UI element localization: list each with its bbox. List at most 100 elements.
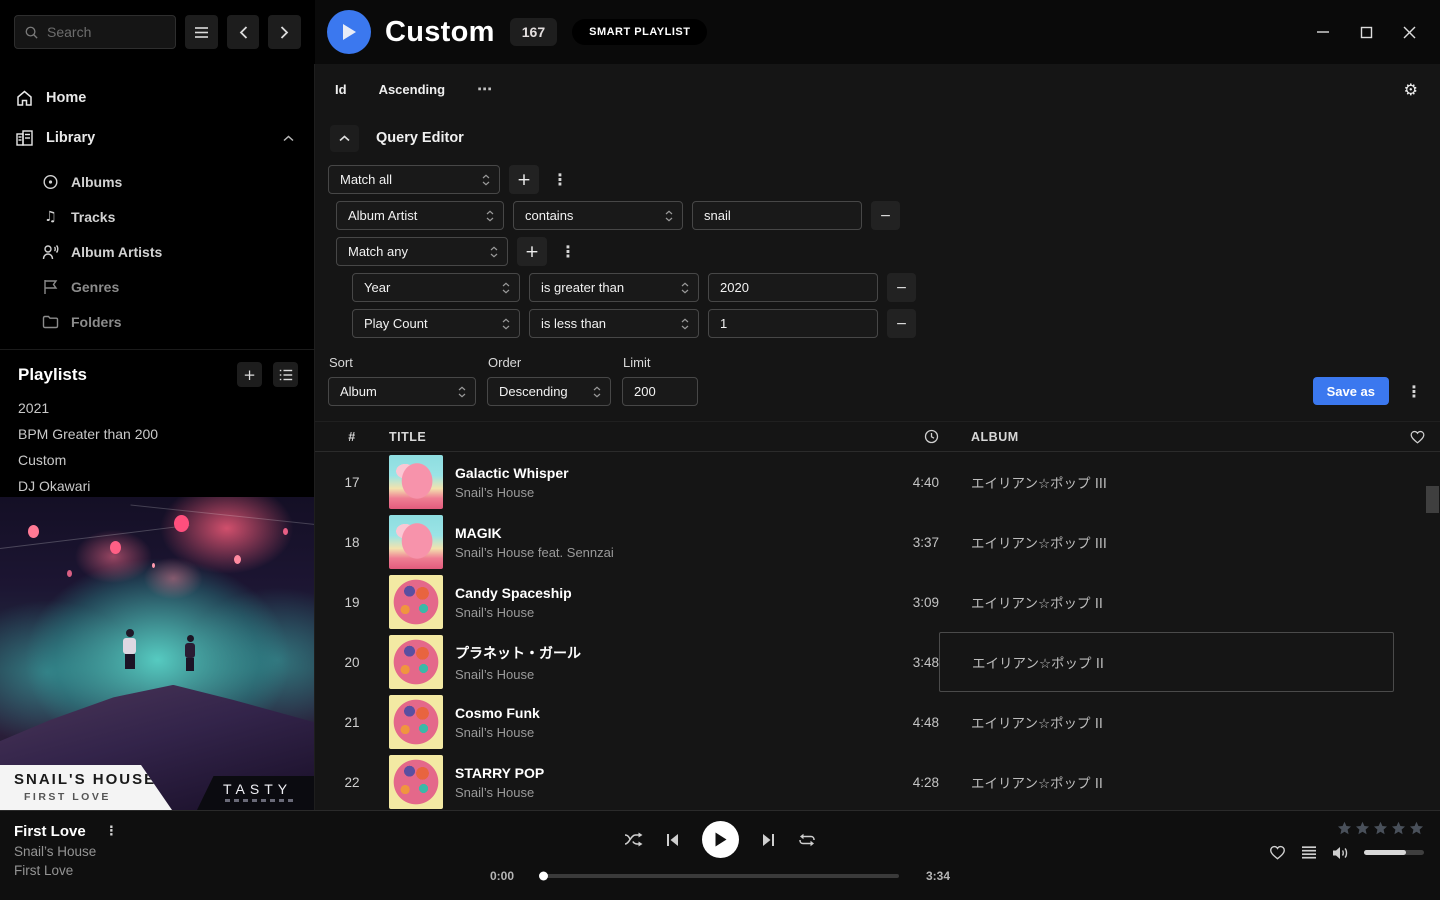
star-icon[interactable]	[1391, 821, 1406, 836]
add-playlist-button[interactable]: +	[237, 362, 262, 387]
track-row[interactable]: 18 MAGIK Snail’s House feat. Sennzai 3:3…	[315, 512, 1440, 572]
rule-field-select[interactable]: Album Artist	[336, 201, 504, 230]
track-album[interactable]: エイリアン☆ポップ II	[939, 752, 1394, 810]
match-type-select[interactable]: Match all	[328, 165, 500, 194]
favorite-heart-icon[interactable]	[1410, 430, 1425, 444]
maximize-button[interactable]	[1360, 26, 1373, 39]
group-menu-icon[interactable]: ⋮	[548, 170, 572, 189]
nav-forward-button[interactable]	[268, 15, 301, 49]
sort-select[interactable]: Album	[328, 377, 476, 406]
star-icon[interactable]	[1337, 821, 1352, 836]
playlist-item[interactable]: DJ Okawari	[0, 473, 314, 499]
track-album[interactable]: エイリアン☆ポップ III	[939, 452, 1394, 512]
manage-playlists-button[interactable]	[273, 362, 298, 387]
track-artist[interactable]: Snail’s House	[455, 785, 859, 800]
search-input[interactable]	[47, 24, 166, 40]
remove-rule-button[interactable]: −	[887, 309, 916, 338]
total-time: 3:34	[912, 869, 950, 883]
collapse-query-editor-button[interactable]	[330, 125, 359, 152]
rule-field-select[interactable]: Play Count	[352, 309, 520, 338]
playlist-item[interactable]: Custom	[0, 447, 314, 473]
rule-operator-select[interactable]: is greater than	[529, 273, 699, 302]
volume-slider[interactable]	[1364, 850, 1424, 855]
sidebar-item-tracks[interactable]: ♫ Tracks	[0, 199, 314, 234]
play-button[interactable]	[702, 821, 739, 858]
playlist-item[interactable]: 2021	[0, 395, 314, 421]
star-icon[interactable]	[1355, 821, 1370, 836]
scrollbar-thumb[interactable]	[1426, 486, 1439, 513]
playlist-item[interactable]: BPM Greater than 200	[0, 421, 314, 447]
repeat-button[interactable]	[798, 833, 816, 847]
match-type-select[interactable]: Match any	[336, 237, 508, 266]
now-playing-menu-icon[interactable]: ⋮	[101, 824, 122, 839]
order-select[interactable]: Descending	[487, 377, 611, 406]
sidebar-item-albums[interactable]: Albums	[0, 164, 314, 199]
seek-bar[interactable]	[541, 874, 899, 878]
rule-operator-select[interactable]: contains	[513, 201, 683, 230]
rule-field-select[interactable]: Year	[352, 273, 520, 302]
seek-thumb[interactable]	[539, 872, 548, 881]
now-playing-title[interactable]: First Love	[14, 823, 86, 840]
track-album[interactable]: エイリアン☆ポップ II	[939, 692, 1394, 752]
favorite-button[interactable]	[1269, 845, 1286, 860]
minimize-button[interactable]	[1316, 25, 1330, 39]
column-header-number[interactable]: #	[315, 430, 389, 444]
star-icon[interactable]	[1373, 821, 1388, 836]
track-artist[interactable]: Snail’s House feat. Sennzai	[455, 545, 859, 560]
track-row[interactable]: 22 STARRY POP Snail’s House 4:28 エイリアン☆ポ…	[315, 752, 1440, 810]
sidebar-item-home[interactable]: Home	[0, 78, 314, 118]
now-playing-artist[interactable]: Snail’s House	[14, 844, 122, 859]
track-album[interactable]: エイリアン☆ポップ II	[939, 572, 1394, 632]
nav-back-button[interactable]	[227, 15, 260, 49]
sidebar-item-folders[interactable]: Folders	[0, 304, 314, 339]
track-album-focused[interactable]: エイリアン☆ポップ II	[939, 632, 1394, 692]
save-as-button[interactable]: Save as	[1313, 377, 1389, 405]
remove-rule-button[interactable]: −	[887, 273, 916, 302]
rule-value-input[interactable]	[708, 309, 878, 338]
shuffle-button[interactable]	[624, 832, 643, 847]
sidebar-item-album-artists[interactable]: Album Artists	[0, 234, 314, 269]
previous-button[interactable]	[666, 833, 679, 847]
music-note-icon: ♫	[42, 209, 59, 225]
chevron-up-icon[interactable]	[283, 135, 294, 142]
star-icon[interactable]	[1409, 821, 1424, 836]
group-menu-icon[interactable]: ⋮	[556, 242, 580, 261]
add-rule-button[interactable]: +	[517, 237, 547, 266]
track-row[interactable]: 21 Cosmo Funk Snail’s House 4:48 エイリアン☆ポ…	[315, 692, 1440, 752]
track-title: MAGIK	[455, 525, 859, 541]
rule-operator-select[interactable]: is less than	[529, 309, 699, 338]
playlist-play-button[interactable]	[327, 10, 371, 54]
search-box[interactable]	[14, 15, 176, 49]
menu-button[interactable]	[185, 15, 218, 49]
track-row[interactable]: 17 Galactic Whisper Snail’s House 4:40 エ…	[315, 452, 1440, 512]
queue-button[interactable]	[1301, 846, 1317, 859]
column-header-title[interactable]: TITLE	[389, 430, 869, 444]
duration-clock-icon[interactable]	[924, 429, 939, 444]
track-artist[interactable]: Snail’s House	[455, 667, 859, 682]
sort-field-control[interactable]: Id	[335, 82, 347, 97]
track-artist[interactable]: Snail’s House	[455, 725, 859, 740]
remove-rule-button[interactable]: −	[871, 201, 900, 230]
track-row[interactable]: 20 プラネット・ガール Snail’s House 3:48 エイリアン☆ポッ…	[315, 632, 1440, 692]
volume-icon[interactable]	[1332, 846, 1349, 860]
close-button[interactable]	[1403, 26, 1416, 39]
next-button[interactable]	[762, 833, 775, 847]
sidebar-item-library[interactable]: Library	[0, 118, 314, 158]
save-menu-icon[interactable]: ⋮	[1402, 382, 1426, 401]
sort-direction-control[interactable]: Ascending	[379, 82, 445, 97]
rule-value-input[interactable]	[708, 273, 878, 302]
now-playing-cover-art[interactable]: SNAIL'S HOUSE FIRST LOVE TASTY	[0, 497, 315, 810]
query-rule-row: Album Artist contains −	[336, 201, 1426, 230]
rule-value-input[interactable]	[692, 201, 862, 230]
track-row[interactable]: 19 Candy Spaceship Snail’s House 3:09 エイ…	[315, 572, 1440, 632]
gear-icon[interactable]: ⚙	[1404, 80, 1418, 99]
now-playing-album[interactable]: First Love	[14, 863, 122, 878]
add-rule-button[interactable]: +	[509, 165, 539, 194]
more-options-icon[interactable]: ⋯	[477, 80, 493, 98]
track-artist[interactable]: Snail’s House	[455, 485, 859, 500]
column-header-album[interactable]: ALBUM	[939, 430, 1394, 444]
sidebar-item-genres[interactable]: Genres	[0, 269, 314, 304]
track-artist[interactable]: Snail’s House	[455, 605, 859, 620]
track-album[interactable]: エイリアン☆ポップ III	[939, 512, 1394, 572]
limit-input[interactable]	[622, 377, 698, 406]
